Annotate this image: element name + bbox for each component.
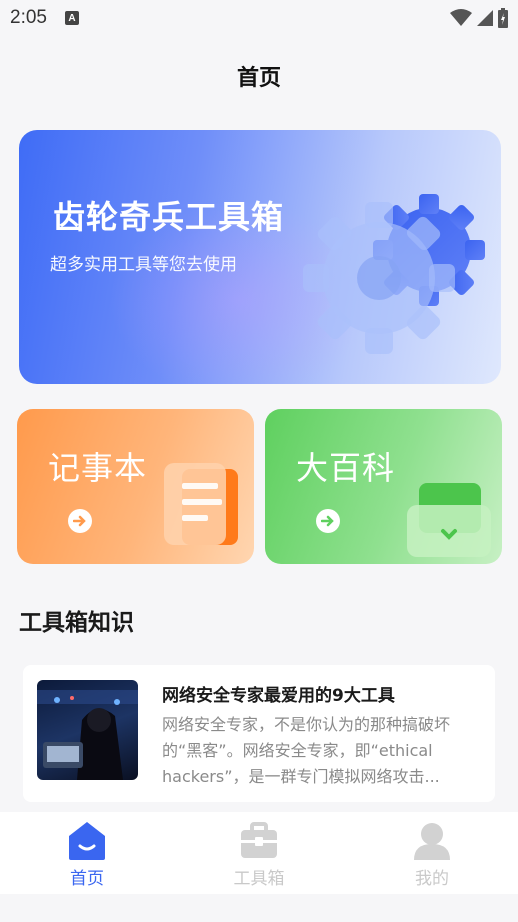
encyclopedia-card-title: 大百科 — [296, 449, 396, 487]
bottom-strip — [0, 894, 518, 922]
status-bar: 2:05 A — [0, 0, 518, 36]
article-title: 网络安全专家最爱用的9大工具 — [162, 686, 395, 706]
notification-a-icon: A — [64, 11, 79, 25]
article-card[interactable]: 网络安全专家最爱用的9大工具 网络安全专家，不是你认为的那种搞破坏的“黑客”。网… — [23, 665, 495, 802]
banner-subtitle: 超多实用工具等您去使用 — [50, 255, 237, 275]
wifi-icon — [450, 9, 472, 26]
home-icon — [69, 822, 105, 860]
banner-title: 齿轮奇兵工具箱 — [53, 198, 285, 236]
folder-icon — [407, 483, 491, 557]
user-icon — [414, 823, 450, 860]
notepad-icon — [164, 463, 238, 545]
arrow-right-icon[interactable] — [316, 509, 340, 533]
tab-toolbox[interactable]: 工具箱 — [199, 812, 319, 894]
arrow-right-icon[interactable] — [68, 509, 92, 533]
page-title: 首页 — [236, 66, 281, 91]
bottom-tab-bar: 首页 工具箱 我的 — [0, 812, 518, 894]
notes-card-title: 记事本 — [48, 449, 148, 487]
toolbox-icon — [241, 822, 277, 858]
signal-icon — [477, 10, 493, 26]
tab-home-label: 首页 — [70, 869, 104, 889]
status-indicators — [450, 8, 508, 28]
gear-icon — [303, 194, 485, 354]
battery-icon — [498, 8, 508, 28]
tab-profile-label: 我的 — [415, 869, 449, 889]
section-title: 工具箱知识 — [19, 610, 134, 636]
article-thumbnail — [37, 680, 138, 780]
tab-profile[interactable]: 我的 — [372, 812, 492, 894]
article-excerpt: 网络安全专家，不是你认为的那种搞破坏的“黑客”。网络安全专家，即“ethical… — [162, 715, 451, 786]
hero-banner[interactable]: 齿轮奇兵工具箱 超多实用工具等您去使用 — [19, 130, 501, 384]
tab-home[interactable]: 首页 — [27, 812, 147, 894]
encyclopedia-card[interactable]: 大百科 — [265, 409, 502, 564]
status-time: 2:05 — [10, 7, 47, 28]
tab-toolbox-label: 工具箱 — [233, 869, 285, 889]
notes-card[interactable]: 记事本 — [17, 409, 254, 564]
